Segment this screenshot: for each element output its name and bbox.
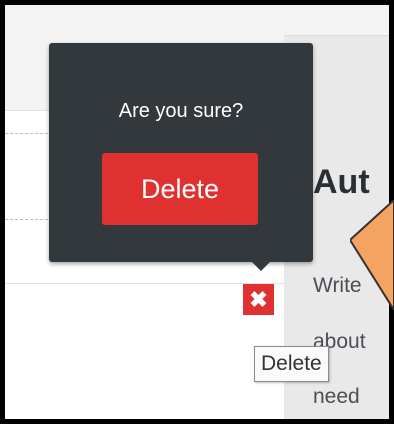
popover-caret	[252, 262, 270, 271]
confirm-popover: Are you sure? Delete	[49, 43, 313, 262]
delete-icon[interactable]: ✖	[243, 284, 274, 315]
annotation-arrow-icon	[350, 200, 394, 310]
delete-tooltip: Delete	[254, 346, 329, 382]
side-panel-text: need	[313, 385, 360, 408]
confirm-delete-button[interactable]: Delete	[102, 153, 258, 225]
confirm-question: Are you sure?	[118, 100, 244, 122]
side-panel-heading: Aut	[313, 163, 370, 201]
